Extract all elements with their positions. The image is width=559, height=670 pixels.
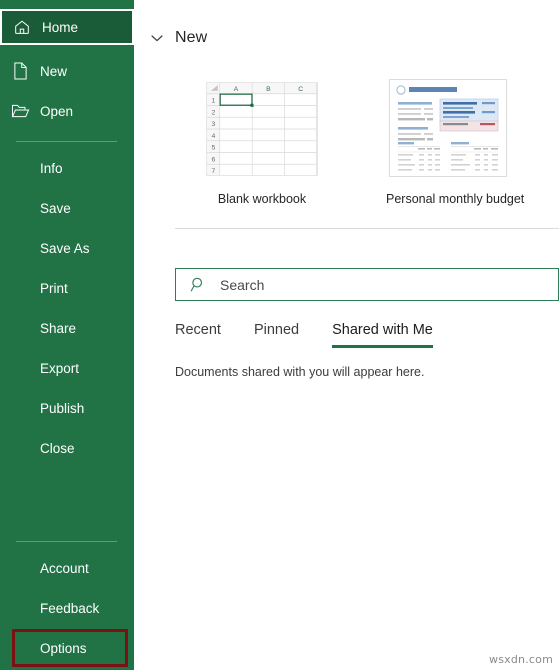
svg-text:C: C — [298, 86, 303, 93]
sidebar-item-home[interactable]: Home — [0, 9, 134, 45]
sidebar-item-options[interactable]: Options — [0, 632, 134, 664]
watermark: wsxdn.com — [489, 653, 553, 666]
sidebar-item-save[interactable]: Save — [0, 192, 134, 224]
tab-pinned[interactable]: Pinned — [254, 322, 299, 348]
excel-backstage-view: Home New Open Info Save Save As Print Sh… — [0, 0, 559, 670]
content-divider — [175, 228, 559, 229]
search-box[interactable] — [175, 268, 559, 301]
new-section-header[interactable]: New — [148, 26, 207, 50]
sidebar-item-label: Info — [40, 160, 63, 176]
sidebar-item-info[interactable]: Info — [0, 152, 134, 184]
svg-text:7: 7 — [211, 168, 215, 175]
sidebar-item-label: Options — [40, 640, 87, 656]
svg-text:5: 5 — [211, 145, 215, 152]
svg-text:4: 4 — [211, 133, 215, 140]
page-title: New — [175, 29, 208, 46]
sidebar-item-label: Home — [42, 19, 79, 35]
sidebar-item-account[interactable]: Account — [0, 552, 134, 584]
svg-text:A: A — [234, 86, 239, 93]
search-input[interactable] — [220, 269, 558, 300]
sidebar-item-label: Account — [40, 560, 89, 576]
svg-text:1: 1 — [211, 98, 215, 105]
svg-text:B: B — [266, 86, 271, 93]
home-icon — [2, 18, 42, 36]
svg-text:6: 6 — [211, 156, 215, 163]
template-caption: Blank workbook — [217, 192, 307, 206]
budget-template-preview — [389, 79, 507, 177]
sidebar-item-label: Save — [40, 200, 71, 216]
sidebar-divider-top — [16, 141, 117, 142]
sidebar-item-label: Publish — [40, 400, 85, 416]
sidebar-item-label: Close — [40, 440, 75, 456]
sidebar-item-close[interactable]: Close — [0, 432, 134, 464]
template-thumbnail[interactable] — [386, 76, 510, 180]
open-folder-icon — [0, 103, 40, 119]
template-thumbnail[interactable]: A B C 1 2 3 4 5 6 7 — [200, 76, 324, 180]
sidebar-item-label: Export — [40, 360, 80, 376]
sidebar-item-publish[interactable]: Publish — [0, 392, 134, 424]
chevron-down-icon[interactable] — [148, 29, 166, 47]
new-document-icon — [0, 62, 40, 80]
sidebar-item-label: Print — [40, 280, 68, 296]
sidebar-item-export[interactable]: Export — [0, 352, 134, 384]
search-icon — [176, 276, 220, 293]
template-caption: Personal monthly budget — [386, 192, 525, 206]
svg-text:3: 3 — [211, 121, 215, 128]
sidebar-divider-bottom — [16, 541, 117, 542]
sidebar-item-save-as[interactable]: Save As — [0, 232, 134, 264]
document-tabs: Recent Pinned Shared with Me — [175, 322, 466, 352]
sidebar-item-new[interactable]: New — [0, 55, 134, 87]
sidebar-item-label: New — [40, 63, 68, 79]
tab-recent[interactable]: Recent — [175, 322, 221, 348]
svg-text:2: 2 — [211, 109, 215, 116]
sidebar-item-open[interactable]: Open — [0, 95, 134, 127]
template-personal-monthly-budget[interactable]: Personal monthly budget — [386, 76, 525, 206]
spreadsheet-grid-preview: A B C 1 2 3 4 5 6 7 — [206, 82, 318, 176]
sidebar-item-print[interactable]: Print — [0, 272, 134, 304]
sidebar-item-label: Feedback — [40, 600, 100, 616]
sidebar-item-label: Share — [40, 320, 77, 336]
sidebar-item-share[interactable]: Share — [0, 312, 134, 344]
sidebar-item-label: Save As — [40, 240, 90, 256]
template-blank-workbook[interactable]: A B C 1 2 3 4 5 6 7 Blank workbook — [200, 76, 324, 206]
backstage-main-panel: New A B C 1 2 3 4 5 6 7 Blank workbook P… — [134, 0, 559, 670]
sidebar-item-label: Open — [40, 103, 74, 119]
sidebar-item-feedback[interactable]: Feedback — [0, 592, 134, 624]
tab-shared-with-me[interactable]: Shared with Me — [332, 322, 433, 348]
empty-state-message: Documents shared with you will appear he… — [175, 365, 425, 379]
backstage-sidebar: Home New Open Info Save Save As Print Sh… — [0, 0, 134, 670]
